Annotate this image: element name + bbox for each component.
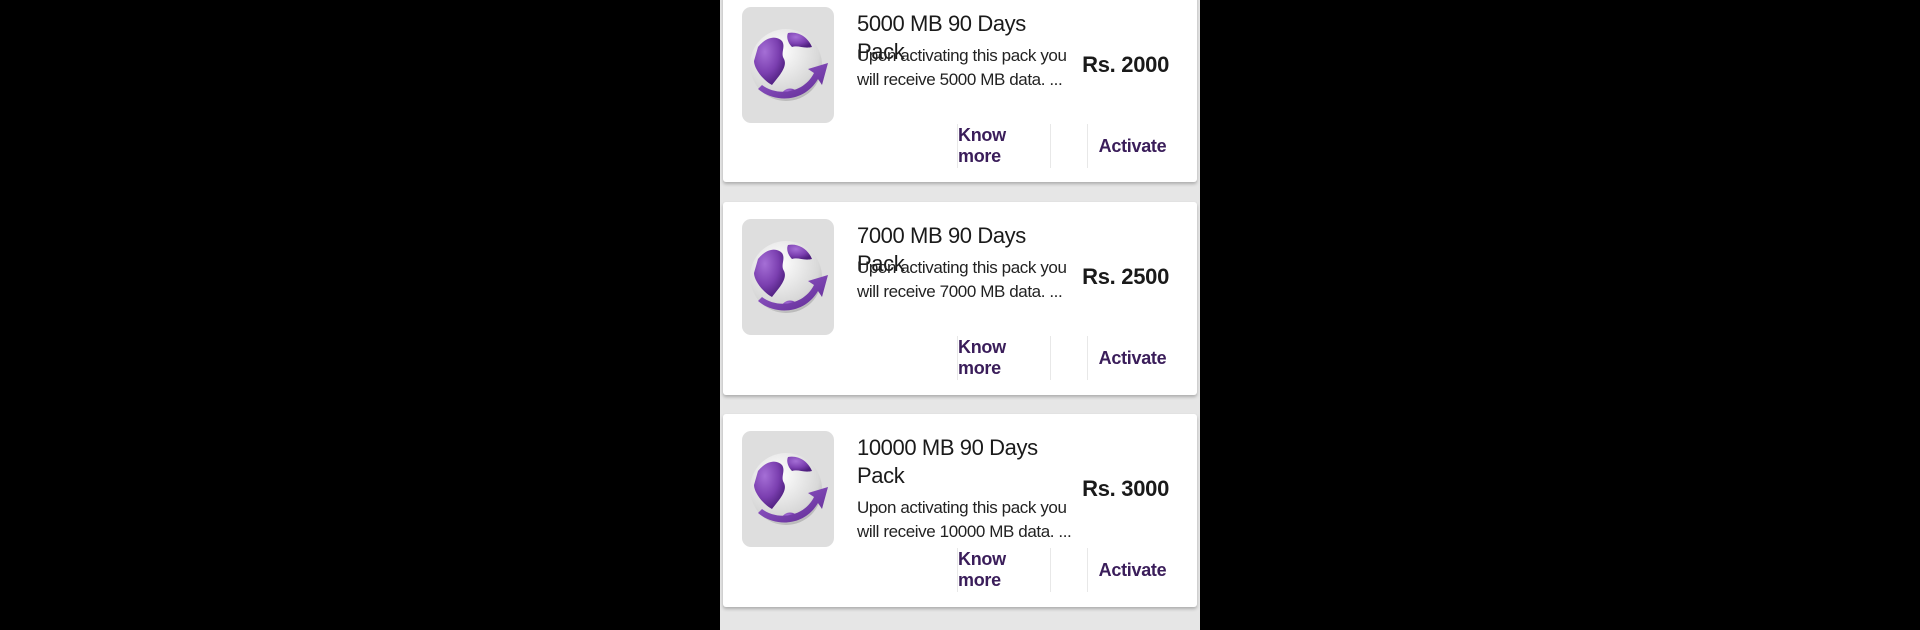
pack-description: Upon activating this pack you will recei… xyxy=(857,258,1067,301)
pack-actions: Know more Activate xyxy=(957,124,1177,168)
know-more-button[interactable]: Know more xyxy=(957,336,1051,380)
pack-card: 7000 MB 90 Days Pack Upon activating thi… xyxy=(723,202,1197,395)
pack-description: Upon activating this pack you will recei… xyxy=(857,498,1072,541)
pack-description: Upon activating this pack you will recei… xyxy=(857,46,1067,89)
activate-button[interactable]: Activate xyxy=(1087,124,1177,168)
pack-title: 10000 MB 90 Days Pack xyxy=(857,435,1038,488)
activate-button[interactable]: Activate xyxy=(1087,548,1177,592)
globe-arrow-icon xyxy=(742,219,834,335)
pack-list-screen: 5000 MB 90 Days Pack Upon activating thi… xyxy=(720,0,1200,630)
pack-actions: Know more Activate xyxy=(957,336,1177,380)
activate-button[interactable]: Activate xyxy=(1087,336,1177,380)
pack-price: Rs. 2000 xyxy=(1082,52,1169,77)
globe-arrow-icon xyxy=(742,7,834,123)
pack-price: Rs. 2500 xyxy=(1082,264,1169,289)
pack-actions: Know more Activate xyxy=(957,548,1177,592)
pack-card: 5000 MB 90 Days Pack Upon activating thi… xyxy=(723,0,1197,182)
pack-card: 10000 MB 90 Days Pack Upon activating th… xyxy=(723,414,1197,607)
globe-arrow-icon xyxy=(742,431,834,547)
know-more-button[interactable]: Know more xyxy=(957,548,1051,592)
pack-price: Rs. 3000 xyxy=(1082,476,1169,501)
know-more-button[interactable]: Know more xyxy=(957,124,1051,168)
